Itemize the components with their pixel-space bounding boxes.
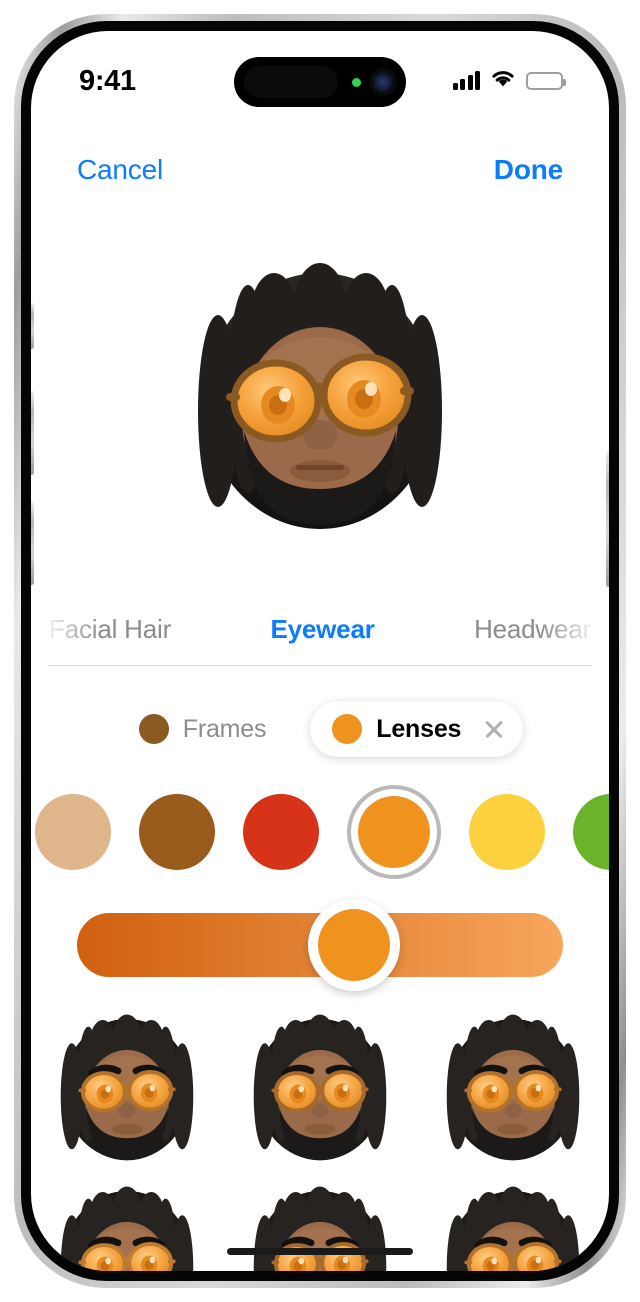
chip-frames[interactable]: Frames — [117, 701, 289, 757]
front-camera-icon — [372, 71, 394, 93]
attribute-chip-row: Frames Lenses — [31, 679, 609, 779]
eyewear-option-grid[interactable] — [31, 997, 609, 1271]
shade-slider-thumb-fill — [318, 909, 391, 981]
battery-icon — [526, 72, 566, 90]
close-icon[interactable] — [483, 718, 505, 740]
home-indicator[interactable] — [227, 1248, 413, 1255]
color-swatch-fill — [35, 794, 111, 870]
color-swatch-1[interactable] — [139, 794, 215, 870]
tab-eyewear[interactable]: Eyewear — [271, 614, 375, 645]
dynamic-island[interactable] — [234, 57, 406, 107]
tab-divider — [49, 665, 591, 666]
island-pill — [244, 66, 338, 98]
avatar-preview-area — [31, 191, 609, 591]
phone-frame: 9:41 Cancel Done Facial Hair Eyewear Hea… — [14, 14, 626, 1288]
color-swatch-fill — [573, 794, 609, 870]
eyewear-option-2[interactable] — [224, 997, 417, 1169]
cellular-bars-icon — [452, 71, 480, 90]
color-swatch-2[interactable] — [243, 794, 319, 870]
eyewear-option-4[interactable] — [31, 1169, 224, 1271]
cancel-button[interactable]: Cancel — [77, 154, 163, 186]
color-swatch-5[interactable] — [573, 794, 609, 870]
eyewear-option-1[interactable] — [31, 997, 224, 1169]
tab-facial-hair[interactable]: Facial Hair — [49, 614, 171, 645]
wifi-icon — [490, 69, 516, 93]
chip-frames-label: Frames — [182, 714, 267, 743]
eyewear-option-6[interactable] — [416, 1169, 609, 1271]
tab-headwear[interactable]: Headwear — [474, 614, 591, 645]
status-time: 9:41 — [79, 64, 136, 97]
shade-slider-area — [31, 889, 609, 1001]
color-swatch-3[interactable] — [347, 785, 441, 879]
color-swatch-selected-ring — [347, 785, 441, 879]
color-swatch-0[interactable] — [35, 794, 111, 870]
navigation-bar: Cancel Done — [31, 139, 609, 201]
color-swatch-fill — [469, 794, 545, 870]
status-indicators — [452, 69, 566, 93]
done-button[interactable]: Done — [494, 154, 563, 186]
color-swatch-fill — [139, 794, 215, 870]
chip-lenses[interactable]: Lenses — [310, 701, 524, 757]
frames-color-dot-icon — [138, 714, 169, 744]
chip-lenses-label: Lenses — [376, 714, 462, 743]
color-swatch-row[interactable] — [31, 773, 609, 891]
phone-bezel: 9:41 Cancel Done Facial Hair Eyewear Hea… — [21, 21, 619, 1281]
color-swatch-4[interactable] — [469, 794, 545, 870]
screen: 9:41 Cancel Done Facial Hair Eyewear Hea… — [31, 31, 609, 1271]
camera-active-indicator-icon — [352, 77, 361, 87]
memoji-preview[interactable] — [186, 243, 454, 540]
shade-slider-thumb[interactable] — [308, 899, 401, 991]
eyewear-option-3[interactable] — [416, 997, 609, 1169]
category-tab-bar: Facial Hair Eyewear Headwear — [31, 593, 609, 665]
eyewear-option-5[interactable] — [224, 1169, 417, 1271]
shade-slider-track[interactable] — [77, 899, 563, 991]
color-swatch-fill — [243, 794, 319, 870]
lenses-color-dot-icon — [332, 714, 363, 744]
